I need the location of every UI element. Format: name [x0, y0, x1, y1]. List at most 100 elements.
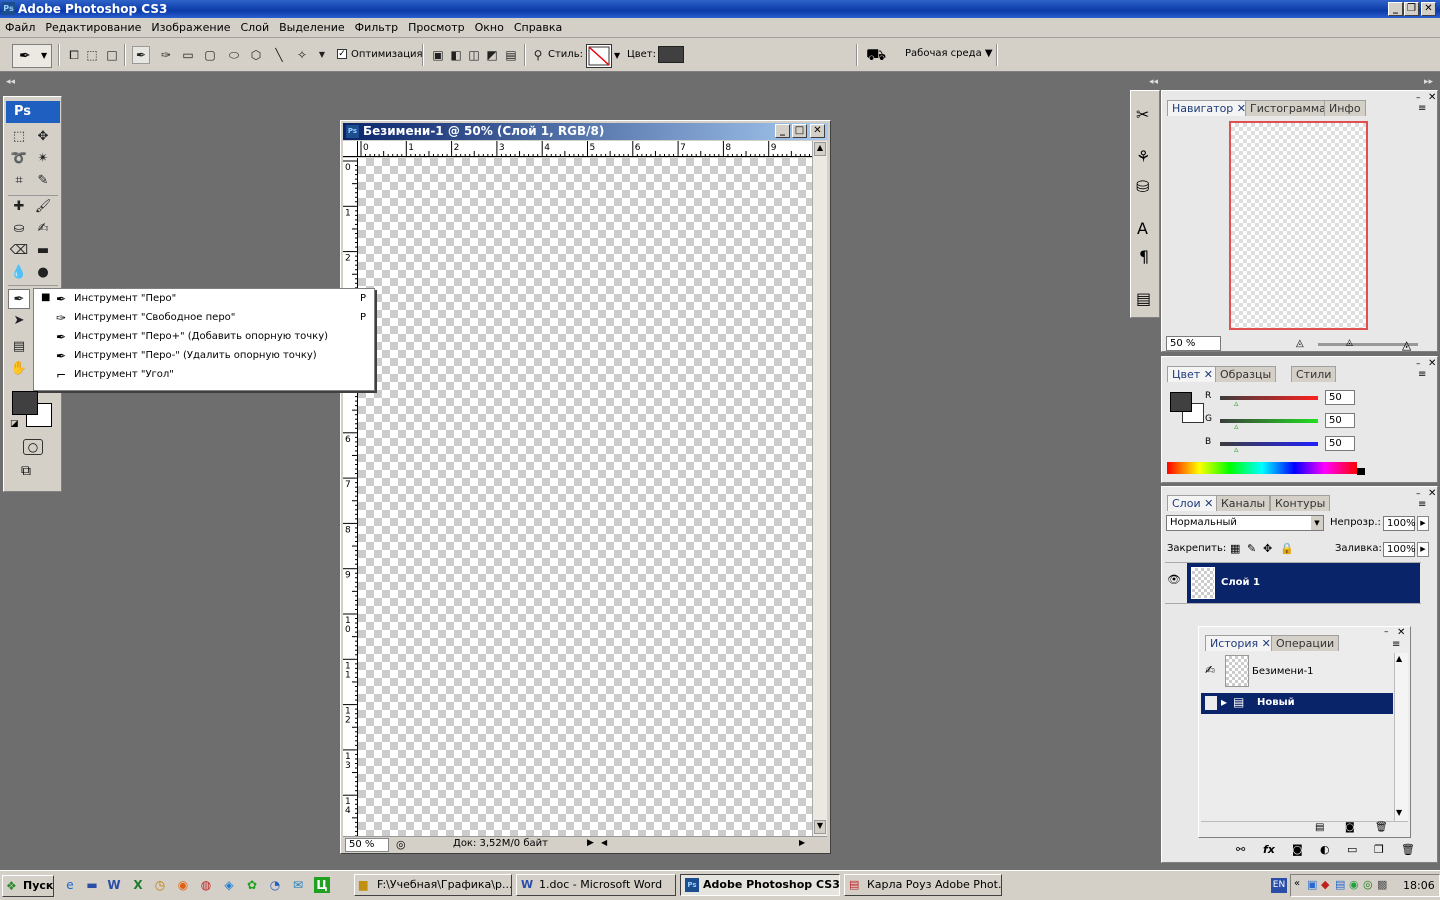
layer-row-selected[interactable]: Слой 1 — [1187, 563, 1420, 603]
excel-icon[interactable]: X — [130, 877, 146, 893]
line-icon[interactable]: ╲ — [271, 47, 287, 63]
fx-icon[interactable]: fx — [1263, 843, 1275, 856]
tray-update-icon[interactable]: ◉ — [1349, 878, 1359, 891]
adjustment-layer-icon[interactable]: ◐ — [1320, 843, 1330, 856]
clone-source-icon[interactable]: ⛁ — [1136, 177, 1149, 196]
chevron-down-icon[interactable]: ▼ — [614, 51, 620, 60]
blur-icon[interactable]: 💧 — [8, 263, 30, 283]
language-indicator[interactable]: EN — [1271, 878, 1287, 893]
opacity-arrow-icon[interactable]: ▶ — [1417, 516, 1429, 531]
taskbar-button-photoshop[interactable]: Ps Adobe Photoshop CS3 — [680, 874, 840, 896]
menu-file[interactable]: Файл — [0, 18, 40, 34]
history-state-row[interactable]: ▸ ▤ Новый — [1201, 693, 1393, 714]
tray-monitor-icon[interactable]: ▤ — [1335, 878, 1345, 891]
navigator-zoom-field[interactable]: 50 % — [1166, 336, 1221, 351]
close-button[interactable]: ✕ — [1421, 2, 1436, 16]
tab-history[interactable]: История ✕ — [1205, 635, 1276, 651]
lock-position-icon[interactable]: ✥ — [1263, 542, 1272, 555]
style-picker[interactable] — [586, 44, 612, 68]
history-snapshot-row[interactable]: ✍ Безимени-1 — [1201, 653, 1393, 691]
path-selection-icon[interactable]: ➤ — [8, 311, 30, 331]
healing-brush-icon[interactable]: ✚ — [8, 197, 30, 217]
slider-handle-b[interactable]: ▵ — [1234, 445, 1239, 455]
tab-layers[interactable]: Слои ✕ — [1167, 495, 1219, 511]
rectangle-icon[interactable]: ▭ — [180, 47, 196, 63]
panel-menu-icon[interactable]: ≡ — [1418, 499, 1426, 510]
blue-value-field[interactable]: 50 — [1325, 436, 1355, 451]
status-arrow-icon[interactable]: ▶ — [587, 838, 594, 848]
magic-wand-icon[interactable]: ✴ — [32, 149, 54, 169]
stamp-icon[interactable]: ⛀ — [8, 219, 30, 239]
brushes-icon[interactable]: ⚘ — [1136, 147, 1150, 166]
default-colors-icon[interactable]: ◪ — [10, 419, 19, 429]
horizontal-ruler[interactable]: 0 1 2 3 4 5 6 7 8 9 — [358, 141, 812, 157]
optimization-checkbox[interactable]: ✓ — [337, 49, 347, 59]
menu-image[interactable]: Изображение — [146, 18, 235, 34]
close-panel-icon[interactable]: ✕ — [1428, 92, 1436, 103]
ellipse-icon[interactable]: ⬭ — [226, 47, 242, 63]
polygon-icon[interactable]: ⬡ — [248, 47, 264, 63]
messenger-icon[interactable]: ✉ — [290, 877, 306, 893]
brush-icon[interactable]: 🖌 — [32, 197, 54, 217]
ruler-origin[interactable] — [343, 141, 358, 157]
tools-preset-icon[interactable]: ✂ — [1136, 105, 1149, 124]
paths-icon[interactable]: ⬚ — [84, 47, 100, 63]
vertical-scrollbar[interactable]: ▲ ▼ — [812, 141, 827, 836]
black-chip[interactable] — [1357, 468, 1365, 475]
restore-button[interactable]: ❐ — [1404, 2, 1419, 16]
opera-icon[interactable]: ◍ — [198, 877, 214, 893]
new-layer-icon[interactable]: ❐ — [1374, 843, 1384, 856]
taskbar-button-word[interactable]: W 1.doc - Microsoft Word — [516, 874, 676, 896]
camera-snapshot-icon[interactable]: ◙ — [1345, 822, 1355, 833]
desktop-icon[interactable]: ▬ — [84, 877, 100, 893]
fill-pixels-icon[interactable]: □ — [104, 47, 120, 63]
doc-close-button[interactable]: ✕ — [810, 124, 825, 138]
expand-arrows-icon[interactable]: ▸▸ — [1424, 77, 1433, 87]
foreground-color-chip[interactable] — [1170, 392, 1192, 412]
history-brush-icon[interactable]: ✍ — [32, 219, 54, 239]
tab-info[interactable]: Инфо — [1324, 100, 1366, 116]
flyout-item-add-anchor[interactable]: ✒ Инструмент "Перо+" (Добавить опорную т… — [34, 328, 374, 347]
path-intersect-icon[interactable]: ◫ — [466, 47, 482, 63]
screen-mode-icon[interactable]: ⧉ — [21, 463, 31, 479]
close-panel-icon[interactable]: ✕ — [1428, 488, 1436, 499]
flyout-item-pen[interactable]: ■ ✒ Инструмент "Перо" P — [34, 290, 374, 309]
history-slider-icon[interactable]: ▸ — [1221, 695, 1227, 709]
slice-icon[interactable]: ✎ — [32, 171, 54, 191]
menu-select[interactable]: Выделение — [274, 18, 350, 34]
path-add-icon[interactable]: ▣ — [430, 47, 446, 63]
fill-field[interactable]: 100% — [1383, 542, 1416, 557]
tray-volume-icon[interactable]: ▩ — [1377, 878, 1387, 891]
lock-all-icon[interactable]: 🔒 — [1280, 542, 1294, 555]
shape-layers-icon[interactable]: ⧠ — [66, 47, 82, 63]
slider-handle-g[interactable]: ▵ — [1234, 422, 1239, 432]
path-combine-icon[interactable]: ▤ — [503, 47, 519, 63]
hand-icon[interactable]: ✋ — [8, 359, 30, 379]
word-icon[interactable]: W — [106, 877, 122, 893]
collapse-arrows-icon[interactable]: ◂◂ — [1149, 77, 1158, 87]
layer-comps-icon[interactable]: ▤ — [1136, 289, 1151, 308]
start-button[interactable]: ❖ Пуск — [2, 875, 54, 897]
outlook-icon[interactable]: ◷ — [152, 877, 168, 893]
scroll-left-icon[interactable]: ◀ — [601, 838, 607, 847]
taskbar-button-pdf[interactable]: ▤ Карла Роуз Adobe Phot... — [844, 874, 1002, 896]
layer-row[interactable]: 👁 Слой 1 — [1165, 562, 1421, 604]
color-spectrum-ramp[interactable] — [1167, 462, 1357, 474]
menu-filter[interactable]: Фильтр — [350, 18, 404, 34]
opacity-field[interactable]: 100% — [1383, 516, 1416, 531]
new-document-from-state-icon[interactable]: ▤ — [1315, 822, 1324, 833]
app-icon[interactable]: Ц — [314, 877, 330, 893]
minimize-panel-icon[interactable]: – — [1416, 359, 1421, 369]
network-icon[interactable]: ◈ — [221, 877, 237, 893]
workspace-menu[interactable]: Рабочая среда ▼ — [905, 48, 993, 59]
zoom-slider-handle[interactable]: ◬ — [1346, 338, 1353, 348]
navigator-preview[interactable] — [1229, 121, 1368, 330]
blend-mode-select[interactable]: Нормальный ▼ — [1166, 515, 1324, 531]
foreground-color[interactable] — [12, 391, 38, 415]
fill-arrow-icon[interactable]: ▶ — [1417, 542, 1429, 557]
tool-preset-picker[interactable]: ✒ ▼ — [12, 44, 52, 68]
scroll-up-icon[interactable]: ▲ — [1396, 654, 1402, 663]
state-source-box[interactable] — [1205, 696, 1217, 710]
zoom-field[interactable]: 50 % — [345, 838, 389, 852]
minimize-panel-icon[interactable]: – — [1416, 489, 1421, 499]
